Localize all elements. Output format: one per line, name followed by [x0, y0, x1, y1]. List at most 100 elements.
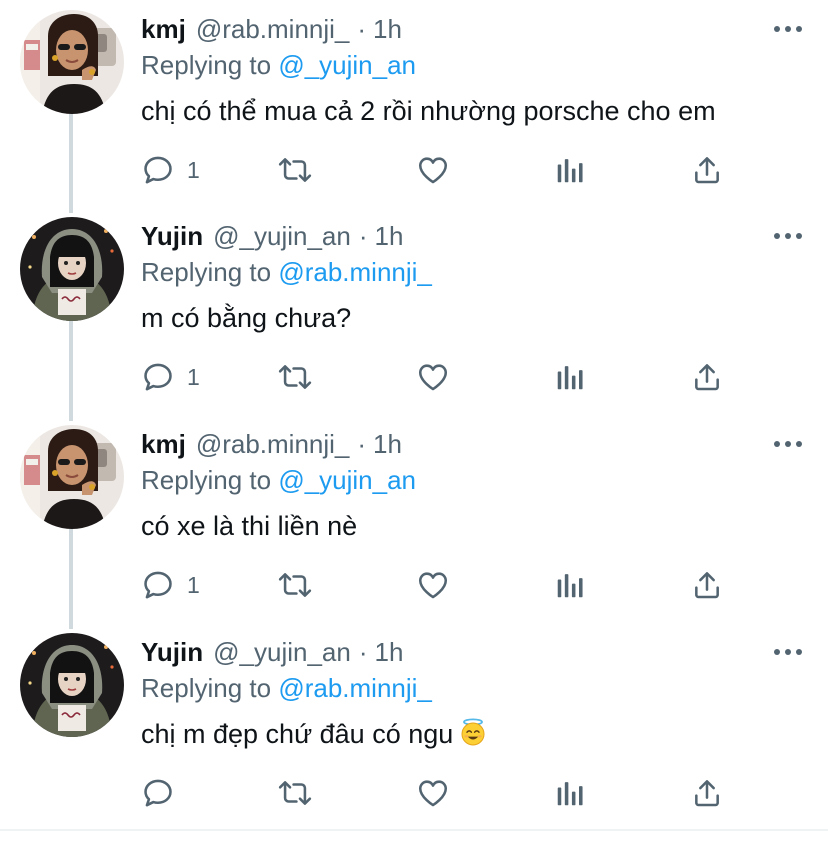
- tweet-timestamp[interactable]: 1h: [373, 12, 402, 46]
- replying-to-label: Replying to: [141, 257, 272, 287]
- reply-button[interactable]: 1: [141, 565, 200, 605]
- reply-icon: [141, 360, 175, 394]
- tweet-actions: 1: [0, 150, 828, 190]
- reply-count: 1: [187, 364, 200, 390]
- reply-count: 1: [187, 157, 200, 183]
- share-button[interactable]: [691, 773, 723, 813]
- reply-icon: [141, 568, 175, 602]
- like-button[interactable]: [416, 150, 450, 190]
- more-icon: [773, 25, 803, 33]
- author-handle[interactable]: @rab.minnji_: [196, 427, 350, 461]
- conversation-thread: kmj @rab.minnji_ · 1h Replying to @_yujin_an…: [0, 0, 828, 841]
- tweet-header: Yujin @_yujin_an · 1h: [141, 219, 403, 253]
- analytics-icon: [555, 153, 585, 187]
- avatar[interactable]: [20, 217, 124, 321]
- replying-to-label: Replying to: [141, 465, 272, 495]
- more-options-button[interactable]: [768, 223, 808, 249]
- replying-to: Replying to @rab.minnji_: [141, 671, 432, 705]
- tweet-header: Yujin @_yujin_an · 1h: [141, 635, 403, 669]
- tweet-actions: 1: [0, 565, 828, 605]
- retweet-icon: [276, 568, 314, 602]
- replying-to-mention[interactable]: @rab.minnji_: [278, 673, 432, 703]
- tweet-timestamp[interactable]: 1h: [373, 427, 402, 461]
- tweet-header: kmj @rab.minnji_ · 1h: [141, 427, 402, 461]
- separator-dot: ·: [357, 429, 367, 459]
- tweet-actions: [0, 773, 828, 813]
- reply-button[interactable]: 1: [141, 357, 200, 397]
- avatar[interactable]: [20, 425, 124, 529]
- retweet-button[interactable]: [276, 773, 314, 813]
- bottom-divider: [0, 829, 828, 831]
- separator-dot: ·: [358, 637, 368, 667]
- avatar[interactable]: [20, 633, 124, 737]
- avatar[interactable]: [20, 10, 124, 114]
- tweet-text: có xe là thi liền nè: [141, 508, 357, 544]
- like-button[interactable]: [416, 565, 450, 605]
- reply-button[interactable]: 1: [141, 150, 200, 190]
- share-button[interactable]: [691, 150, 723, 190]
- tweet-timestamp[interactable]: 1h: [375, 219, 404, 253]
- author-handle[interactable]: @_yujin_an: [213, 635, 351, 669]
- retweet-icon: [276, 776, 314, 810]
- reply-count: 1: [187, 572, 200, 598]
- replying-to-label: Replying to: [141, 50, 272, 80]
- retweet-icon: [276, 153, 314, 187]
- tweet-actions: 1: [0, 357, 828, 397]
- analytics-icon: [555, 360, 585, 394]
- share-icon: [691, 360, 723, 394]
- retweet-button[interactable]: [276, 565, 314, 605]
- replying-to: Replying to @rab.minnji_: [141, 255, 432, 289]
- tweet-timestamp[interactable]: 1h: [375, 635, 404, 669]
- analytics-button[interactable]: [555, 150, 585, 190]
- more-options-button[interactable]: [768, 16, 808, 42]
- tweet: Yujin @_yujin_an · 1h Replying to @rab.minnj…: [0, 631, 828, 839]
- more-icon: [773, 648, 803, 656]
- like-icon: [416, 776, 450, 810]
- share-icon: [691, 776, 723, 810]
- share-button[interactable]: [691, 357, 723, 397]
- retweet-icon: [276, 360, 314, 394]
- tweet-text: m có bằng chưa?: [141, 300, 351, 336]
- separator-dot: ·: [358, 221, 368, 251]
- retweet-button[interactable]: [276, 150, 314, 190]
- separator-dot: ·: [357, 14, 367, 44]
- analytics-icon: [555, 776, 585, 810]
- author-name[interactable]: kmj: [141, 427, 186, 461]
- like-button[interactable]: [416, 357, 450, 397]
- tweet-header: kmj @rab.minnji_ · 1h: [141, 12, 402, 46]
- analytics-button[interactable]: [555, 773, 585, 813]
- replying-to-label: Replying to: [141, 673, 272, 703]
- replying-to-mention[interactable]: @rab.minnji_: [278, 257, 432, 287]
- more-options-button[interactable]: [768, 431, 808, 457]
- share-icon: [691, 153, 723, 187]
- tweet: Yujin @_yujin_an · 1h Replying to @rab.minnj…: [0, 215, 828, 423]
- retweet-button[interactable]: [276, 357, 314, 397]
- tweet: kmj @rab.minnji_ · 1h Replying to @_yujin_an…: [0, 8, 828, 216]
- reply-icon: [141, 153, 175, 187]
- author-handle[interactable]: @rab.minnji_: [196, 12, 350, 46]
- replying-to: Replying to @_yujin_an: [141, 48, 416, 82]
- analytics-button[interactable]: [555, 565, 585, 605]
- author-name[interactable]: Yujin: [141, 219, 203, 253]
- reply-button[interactable]: [141, 773, 175, 813]
- tweet-text: chị có thể mua cả 2 rồi nhường porsche c…: [141, 93, 716, 129]
- smiling-face-with-halo-icon: [459, 718, 487, 746]
- more-options-button[interactable]: [768, 639, 808, 665]
- author-handle[interactable]: @_yujin_an: [213, 219, 351, 253]
- like-icon: [416, 360, 450, 394]
- share-icon: [691, 568, 723, 602]
- like-icon: [416, 568, 450, 602]
- replying-to: Replying to @_yujin_an: [141, 463, 416, 497]
- replying-to-mention[interactable]: @_yujin_an: [278, 50, 416, 80]
- author-name[interactable]: kmj: [141, 12, 186, 46]
- replying-to-mention[interactable]: @_yujin_an: [278, 465, 416, 495]
- tweet: kmj @rab.minnji_ · 1h Replying to @_yujin_an…: [0, 423, 828, 631]
- share-button[interactable]: [691, 565, 723, 605]
- author-name[interactable]: Yujin: [141, 635, 203, 669]
- tweet-text-content: có xe là thi liền nè: [141, 511, 358, 541]
- like-button[interactable]: [416, 773, 450, 813]
- tweet-text-content: m có bằng chưa?: [141, 303, 352, 333]
- analytics-button[interactable]: [555, 357, 585, 397]
- reply-icon: [141, 776, 175, 810]
- like-icon: [416, 153, 450, 187]
